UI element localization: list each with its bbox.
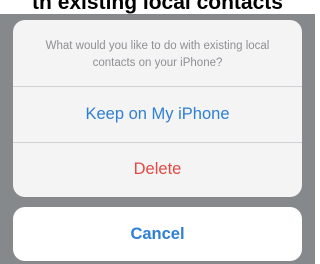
cancel-button[interactable]: Cancel: [13, 207, 302, 261]
keep-on-iphone-button[interactable]: Keep on My iPhone: [13, 87, 302, 143]
delete-button[interactable]: Delete: [13, 142, 302, 197]
action-sheet-message: What would you like to do with existing …: [13, 20, 302, 87]
action-sheet: What would you like to do with existing …: [13, 20, 302, 197]
cropped-heading-text: th existing local contacts: [32, 0, 283, 14]
cropped-heading: th existing local contacts: [0, 0, 315, 14]
